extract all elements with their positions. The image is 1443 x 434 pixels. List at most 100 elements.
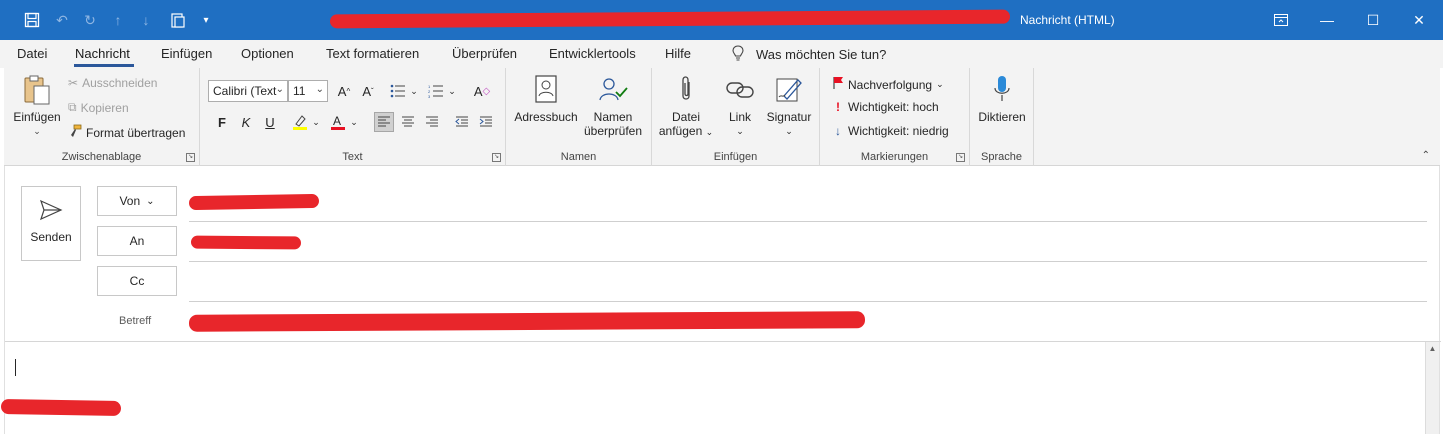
chevron-down-icon: ⌄ [785, 126, 793, 136]
close-icon[interactable]: ✕ [1396, 0, 1442, 40]
shrink-font-icon[interactable]: Aˇ [358, 81, 378, 101]
follow-up-label: Nachverfolgung [848, 77, 933, 92]
attach-file-label-2: anfügen [658, 124, 703, 138]
cc-button[interactable]: Cc [97, 266, 177, 296]
text-caret [15, 359, 16, 376]
save-icon[interactable] [22, 10, 42, 30]
dictate-button[interactable]: Diktieren [974, 74, 1030, 124]
chevron-down-icon[interactable]: ⌄ [344, 112, 364, 132]
underline-button[interactable]: U [260, 112, 280, 132]
chevron-down-icon: ⌄ [33, 126, 41, 136]
names-group: Adressbuch Namen überprüfen Namen [506, 68, 652, 166]
format-painter-button[interactable]: Format übertragen [68, 124, 185, 141]
to-field-line[interactable] [189, 261, 1427, 262]
chevron-down-icon[interactable]: ⌄ [404, 81, 424, 101]
text-group-label: Text [342, 151, 363, 163]
align-right-icon[interactable] [422, 112, 442, 132]
chevron-down-icon: ⌄ [705, 127, 714, 137]
clear-formatting-icon[interactable]: A ◇ [472, 81, 492, 101]
brush-icon [68, 124, 82, 141]
low-importance-label: Wichtigkeit: niedrig [848, 124, 949, 138]
high-importance-button[interactable]: ! Wichtigkeit: hoch [832, 100, 939, 114]
check-names-button[interactable]: Namen überprüfen [580, 74, 646, 138]
text-group: Calibri (Text ⌄ 11 ⌄ A ^ Aˇ ⌄ 123 ⌄ A ◇ F … [200, 68, 506, 166]
svg-text:A: A [333, 114, 341, 128]
align-center-icon[interactable] [398, 112, 418, 132]
tab-optionen[interactable]: Optionen [241, 46, 294, 61]
font-size-value: 11 [293, 84, 306, 98]
from-field-line [189, 221, 1427, 222]
redacted-title [329, 9, 1011, 29]
align-left-icon[interactable] [374, 112, 394, 132]
signature-button[interactable]: Signatur ⌄ [762, 74, 816, 138]
ribbon-display-options-icon[interactable] [1258, 0, 1304, 40]
font-name-select[interactable]: Calibri (Text ⌄ [208, 80, 288, 102]
scroll-up-icon[interactable]: ▲ [1428, 344, 1437, 353]
minimize-icon[interactable]: — [1304, 0, 1350, 40]
voice-group-label: Sprache [981, 151, 1022, 163]
from-label: Von [119, 194, 141, 208]
link-label: Link [728, 110, 751, 124]
tell-me-placeholder: Was möchten Sie tun? [756, 47, 887, 62]
body-scrollbar[interactable]: ▲ [1425, 342, 1439, 434]
tab-hilfe[interactable]: Hilfe [665, 46, 691, 61]
attach-file-button[interactable]: Datei anfügen ⌄ [658, 74, 714, 139]
tab-entwicklertools[interactable]: Entwicklertools [549, 46, 636, 61]
link-button[interactable]: Link ⌄ [718, 74, 762, 138]
send-icon [22, 199, 80, 224]
tags-group-label: Markierungen [860, 151, 929, 163]
tags-launcher-icon[interactable]: ↘ [956, 153, 965, 162]
tab-text-formatieren[interactable]: Text formatieren [326, 46, 419, 61]
paste-icon[interactable] [168, 10, 188, 30]
redacted-from [188, 193, 320, 211]
address-book-button[interactable]: Adressbuch [514, 74, 578, 124]
paste-label: Einfügen [13, 110, 61, 124]
tell-me-search[interactable]: Was möchten Sie tun? [732, 45, 886, 64]
tab-datei[interactable]: Datei [17, 46, 47, 61]
maximize-icon[interactable]: ☐ [1350, 0, 1396, 40]
undo-icon[interactable]: ↶ [52, 10, 72, 30]
font-size-select[interactable]: 11 ⌄ [288, 80, 328, 102]
cc-field-line[interactable] [189, 301, 1427, 302]
clipboard-icon [10, 74, 64, 106]
tab-nachricht[interactable]: Nachricht [75, 46, 130, 61]
send-button[interactable]: Senden [21, 186, 81, 261]
italic-button[interactable]: K [236, 112, 256, 132]
tab-ueberpruefen[interactable]: Überprüfen [452, 46, 517, 61]
bold-button[interactable]: F [212, 112, 232, 132]
scissors-icon: ✂ [68, 76, 79, 90]
low-importance-button[interactable]: ↓ Wichtigkeit: niedrig [832, 124, 949, 138]
collapse-ribbon-icon[interactable]: ⌃ [1422, 150, 1430, 161]
from-button[interactable]: Von ⌄ [97, 186, 177, 216]
arrow-down-icon[interactable]: ↓ [136, 10, 156, 30]
redacted-body-text [0, 398, 122, 417]
cut-button[interactable]: ✂ Ausschneiden [68, 76, 157, 90]
copy-button[interactable]: ⧉ Kopieren [68, 100, 129, 115]
copy-icon: ⧉ [68, 100, 77, 114]
increase-indent-icon[interactable] [476, 112, 496, 132]
copy-label: Kopieren [80, 100, 129, 115]
arrow-up-icon[interactable]: ↑ [108, 10, 128, 30]
redo-icon[interactable]: ↻ [80, 10, 100, 30]
follow-up-button[interactable]: Nachverfolgung ⌄ [832, 76, 944, 93]
decrease-indent-icon[interactable] [452, 112, 472, 132]
paste-button[interactable]: Einfügen ⌄ [10, 74, 64, 138]
chevron-down-icon[interactable]: ⌄ [306, 112, 326, 132]
to-button[interactable]: An [97, 226, 177, 256]
address-book-icon [514, 74, 578, 106]
customize-icon[interactable]: ▾ [196, 10, 216, 30]
text-launcher-icon[interactable]: ↘ [492, 153, 501, 162]
tab-einfuegen[interactable]: Einfügen [161, 46, 212, 61]
attach-file-label-1: Datei [671, 110, 700, 124]
chevron-down-icon: ⌄ [736, 126, 744, 136]
chevron-down-icon: ⌄ [275, 84, 284, 95]
chevron-down-icon[interactable]: ⌄ [442, 81, 462, 101]
chevron-down-icon: ⌄ [315, 84, 324, 95]
arrow-down-icon: ↓ [835, 124, 841, 138]
clipboard-launcher-icon[interactable]: ↘ [186, 153, 195, 162]
active-tab-indicator [74, 64, 134, 67]
grow-font-icon[interactable]: A ^ [334, 81, 354, 101]
lightbulb-icon [732, 45, 744, 64]
chevron-down-icon: ⌄ [936, 79, 944, 89]
body-separator [5, 341, 1441, 342]
